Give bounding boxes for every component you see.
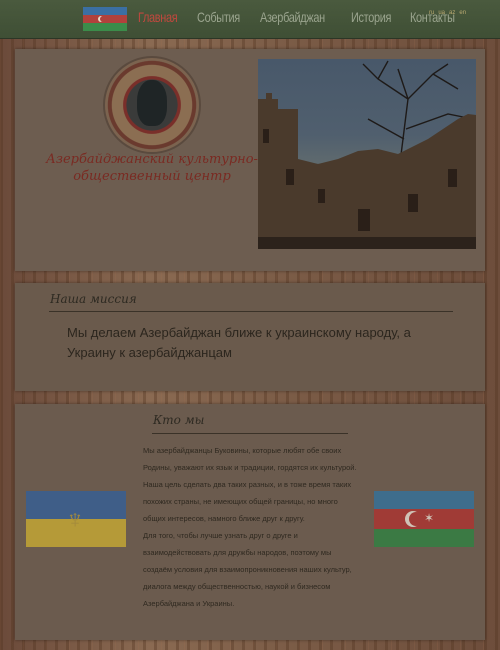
language-switcher: ru ua az en <box>429 10 466 16</box>
mission-divider <box>49 311 453 312</box>
site-title: Азербайджанский культурно-общественный ц… <box>46 152 258 184</box>
about-paragraph: Наша цель сделать два таких разных, и в … <box>143 480 352 523</box>
lang-en[interactable]: en <box>459 10 466 16</box>
lang-ru[interactable]: ru <box>429 10 434 16</box>
hero-panel: Азербайджанский культурно-общественный ц… <box>15 49 485 271</box>
mission-panel: Наша миссия Мы делаем Азербайджан ближе … <box>15 283 485 391</box>
top-navbar: Главная События Азербайджан История Конт… <box>0 0 500 39</box>
about-divider <box>152 433 348 434</box>
ukraine-flag-image: ♆ <box>26 491 126 547</box>
about-paragraph: Для того, чтобы лучше узнать друг о друг… <box>143 531 352 608</box>
fortress-photo <box>258 59 476 249</box>
about-heading: Кто мы <box>153 413 205 427</box>
azerbaijan-flag-image: ✶ <box>374 491 474 547</box>
mission-heading: Наша миссия <box>50 292 137 306</box>
center-emblem-logo <box>103 56 201 154</box>
nav-item-events[interactable]: События <box>197 9 240 25</box>
lang-ua[interactable]: ua <box>438 10 445 16</box>
main-menu: Главная События Азербайджан История Конт… <box>138 9 475 25</box>
about-panel: Кто мы ♆ Мы азербайджанцы Буковины, кото… <box>15 404 485 640</box>
azerbaijan-flag-logo[interactable] <box>83 7 127 31</box>
trident-icon: ♆ <box>65 504 85 534</box>
nav-item-history[interactable]: История <box>351 9 391 25</box>
nav-item-home[interactable]: Главная <box>138 9 178 25</box>
star-icon: ✶ <box>424 511 435 525</box>
nav-item-azerbaijan[interactable]: Азербайджан <box>260 9 325 25</box>
about-text: Мы азербайджанцы Буковины, которые любят… <box>143 442 361 612</box>
lang-az[interactable]: az <box>449 10 455 16</box>
mission-text: Мы делаем Азербайджан ближе к украинском… <box>67 325 411 360</box>
about-paragraph: Мы азербайджанцы Буковины, которые любят… <box>143 446 357 472</box>
